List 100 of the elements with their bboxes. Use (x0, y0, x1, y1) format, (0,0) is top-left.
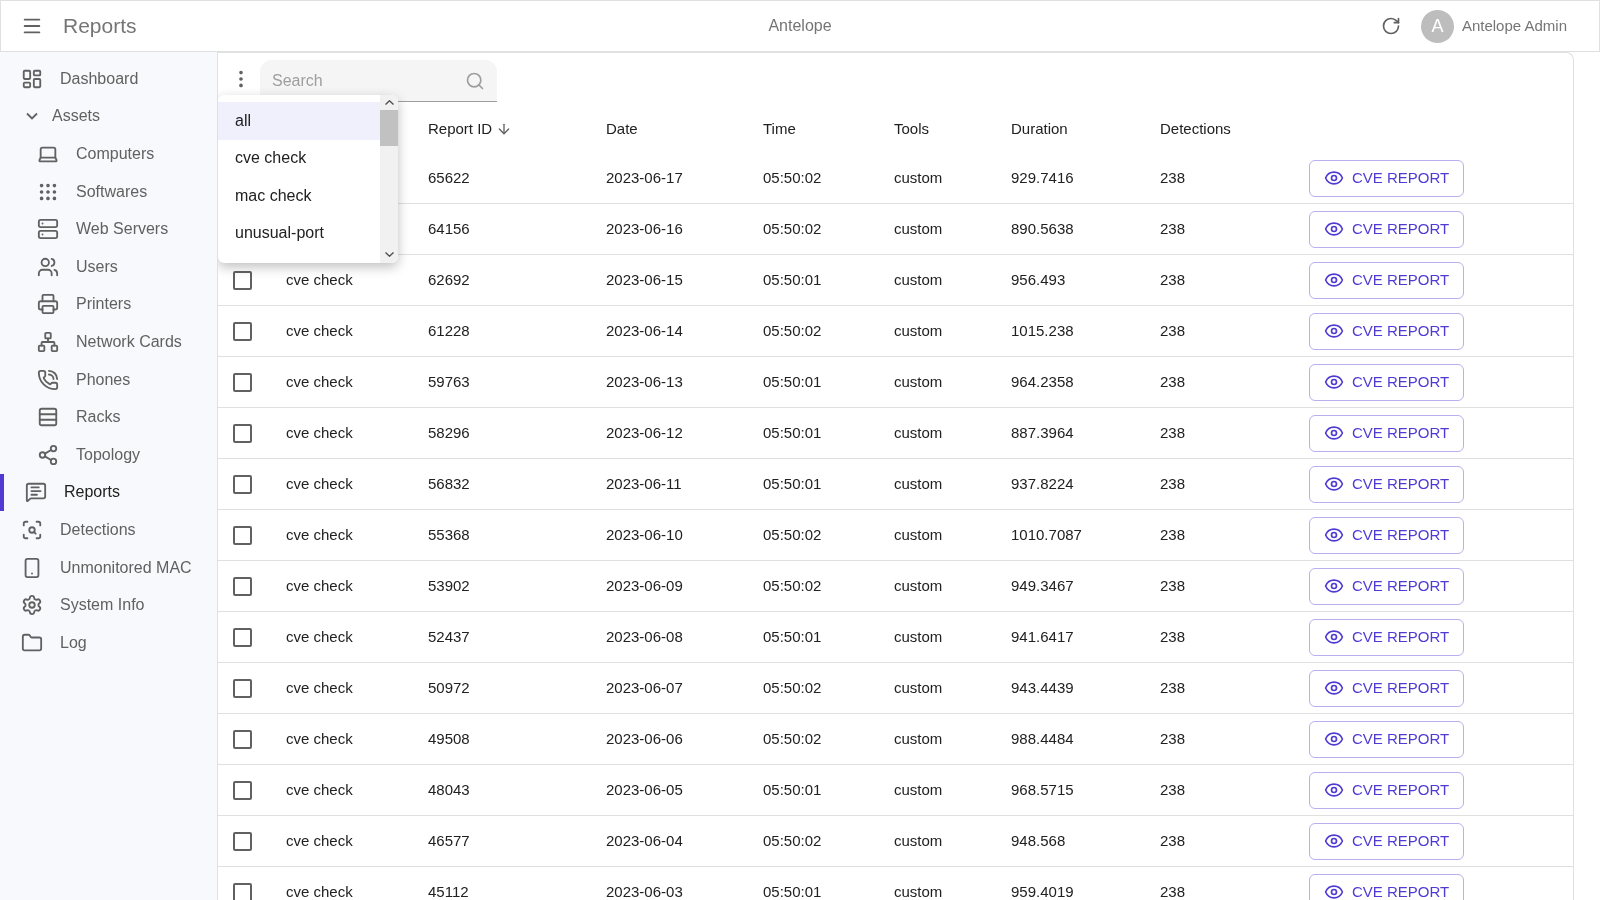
cve-report-button[interactable]: CVE REPORT (1309, 363, 1465, 401)
eye-icon (1324, 168, 1344, 188)
scroll-thumb[interactable] (380, 110, 398, 146)
table-cell: 2023-06-17 (606, 168, 683, 186)
nav-item[interactable]: Detections (0, 511, 217, 549)
cve-report-button[interactable]: CVE REPORT (1309, 159, 1465, 197)
column-header[interactable]: Detections (1160, 117, 1231, 141)
table-cell: 49508 (428, 729, 470, 747)
cve-report-button[interactable]: CVE REPORT (1309, 567, 1465, 605)
row-checkbox[interactable] (233, 831, 252, 851)
table-cell: 56832 (428, 474, 470, 492)
table-cell: 1010.7087 (1011, 525, 1082, 543)
cve-report-button[interactable]: CVE REPORT (1309, 465, 1465, 503)
cve-report-button[interactable]: CVE REPORT (1309, 414, 1465, 452)
table-cell: 964.2358 (1011, 372, 1074, 390)
nav-item[interactable]: Network Cards (0, 323, 217, 361)
nav-item[interactable]: Unmonitored MAC (0, 548, 217, 587)
eye-icon (1324, 474, 1344, 494)
row-checkbox[interactable] (233, 423, 252, 443)
people-icon (37, 255, 59, 278)
printer-icon (37, 293, 59, 316)
row-checkbox[interactable] (233, 678, 252, 698)
row-checkbox[interactable] (233, 627, 252, 647)
row-checkbox[interactable] (233, 729, 252, 749)
table-cell: cve check (286, 270, 353, 288)
column-header[interactable]: Tools (894, 117, 930, 141)
table-cell: 2023-06-13 (606, 372, 683, 390)
table-cell: 959.4019 (1011, 882, 1074, 900)
cve-report-button[interactable]: CVE REPORT (1309, 312, 1465, 350)
column-header[interactable]: Report ID (428, 117, 513, 141)
menu-option[interactable]: cve check (218, 139, 380, 177)
search-field[interactable]: Search (260, 60, 497, 102)
scroll-down-icon[interactable] (384, 252, 394, 257)
cve-report-button[interactable]: CVE REPORT (1309, 873, 1465, 900)
row-checkbox[interactable] (233, 474, 252, 494)
row-checkbox[interactable] (233, 780, 252, 800)
table-cell: 887.3964 (1011, 423, 1074, 441)
row-checkbox[interactable] (233, 270, 252, 290)
table-cell: cve check (286, 576, 353, 594)
network-icon (37, 330, 59, 353)
table-cell: 956.493 (1011, 270, 1066, 288)
scroll-up-icon[interactable] (384, 100, 394, 105)
table-cell: cve check (286, 321, 353, 339)
menu-option[interactable]: mac check (218, 177, 380, 215)
nav-item[interactable]: Softwares (0, 172, 217, 211)
cve-report-button[interactable]: CVE REPORT (1309, 261, 1465, 299)
column-header[interactable]: Time (763, 117, 796, 141)
table-cell: 937.8224 (1011, 474, 1074, 492)
menu-option[interactable]: all (218, 102, 380, 140)
column-header[interactable]: Date (606, 117, 638, 141)
user-name: Antelope Admin (1461, 15, 1567, 36)
table-cell: custom (894, 270, 943, 288)
nav-item[interactable]: Web Servers (0, 210, 217, 248)
nav-item[interactable]: System Info (0, 586, 217, 624)
table-cell: 238 (1160, 882, 1186, 900)
nav-item[interactable]: Reports (0, 473, 217, 512)
table-cell: 238 (1160, 270, 1186, 288)
table-cell: 2023-06-10 (606, 525, 683, 543)
menu-option[interactable]: unusual-port (218, 214, 380, 252)
cve-report-button[interactable]: CVE REPORT (1309, 720, 1465, 758)
table-cell: 53902 (428, 576, 470, 594)
nav-item[interactable]: Assets (0, 97, 217, 136)
table-cell: 238 (1160, 423, 1186, 441)
table-cell: custom (894, 372, 943, 390)
table-cell: 2023-06-08 (606, 627, 683, 645)
table-cell: 238 (1160, 168, 1186, 186)
refresh-icon[interactable] (1380, 16, 1401, 36)
cve-report-button[interactable]: CVE REPORT (1309, 669, 1465, 707)
nav-item[interactable]: Dashboard (0, 60, 217, 98)
table-cell: custom (894, 780, 943, 798)
table-cell: 238 (1160, 525, 1186, 543)
nav-item[interactable]: Computers (0, 135, 217, 173)
row-checkbox[interactable] (233, 576, 252, 596)
table-cell: 968.5715 (1011, 780, 1074, 798)
table-cell: 50972 (428, 678, 470, 696)
column-header[interactable]: Duration (1011, 117, 1068, 141)
row-checkbox[interactable] (233, 525, 252, 545)
cve-report-button[interactable]: CVE REPORT (1309, 771, 1465, 809)
eye-icon (1324, 729, 1344, 749)
nav-item[interactable]: Log (0, 623, 217, 662)
table-cell: 238 (1160, 780, 1186, 798)
table-cell: 2023-06-04 (606, 831, 683, 849)
row-checkbox[interactable] (233, 882, 252, 900)
table-cell: 05:50:02 (763, 525, 822, 543)
nav-item[interactable]: Phones (0, 360, 217, 399)
nav-item[interactable]: Racks (0, 398, 217, 436)
rows-icon (37, 406, 59, 429)
cve-report-button[interactable]: CVE REPORT (1309, 516, 1465, 554)
scrollbar[interactable] (380, 95, 398, 263)
nav-item[interactable]: Printers (0, 285, 217, 324)
table-cell: 05:50:01 (763, 270, 822, 288)
cve-report-button[interactable]: CVE REPORT (1309, 210, 1465, 248)
table-cell: 64156 (428, 219, 470, 237)
cve-report-button[interactable]: CVE REPORT (1309, 822, 1465, 860)
table-cell: cve check (286, 627, 353, 645)
nav-item[interactable]: Topology (0, 435, 217, 474)
row-checkbox[interactable] (233, 372, 252, 392)
row-checkbox[interactable] (233, 321, 252, 341)
nav-item[interactable]: Users (0, 247, 217, 286)
cve-report-button[interactable]: CVE REPORT (1309, 618, 1465, 656)
